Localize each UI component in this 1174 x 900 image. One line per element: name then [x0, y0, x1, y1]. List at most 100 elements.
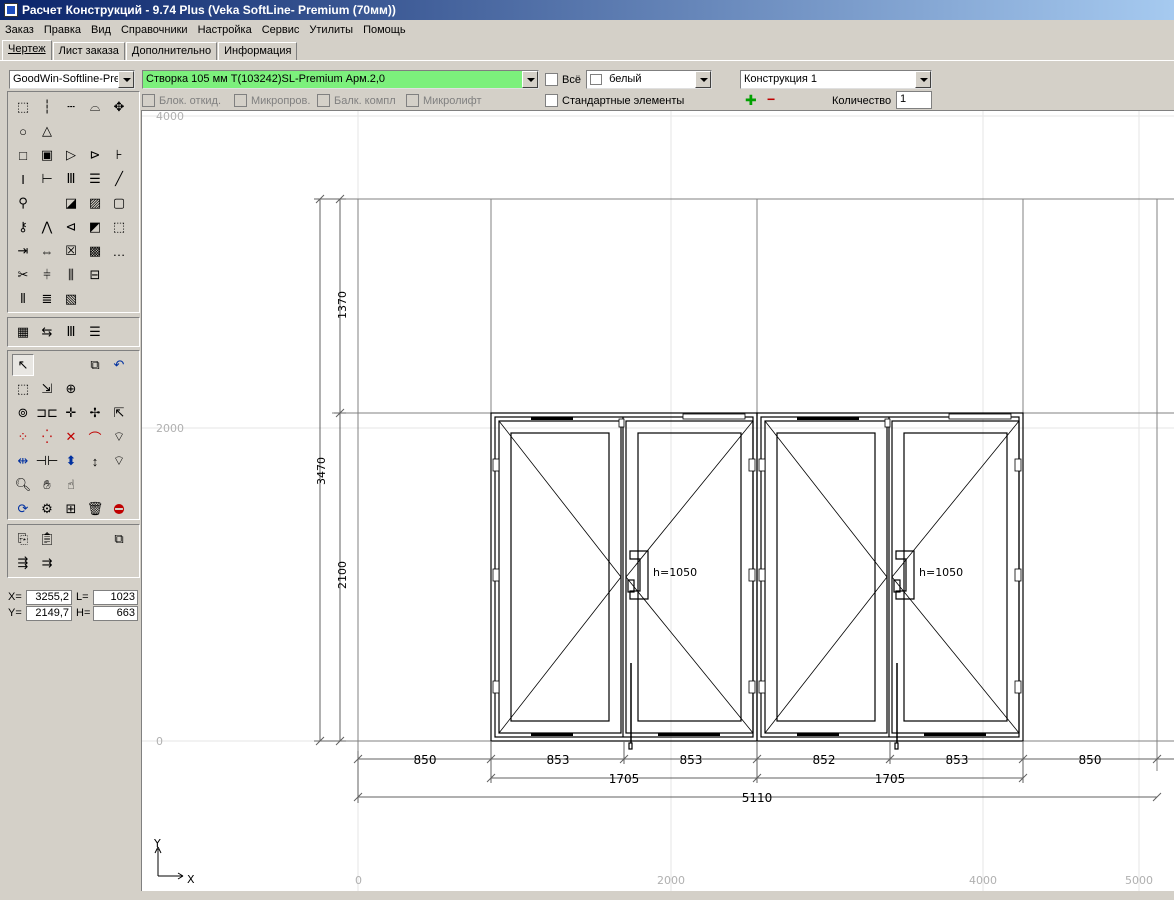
- point-delete-icon[interactable]: ✕: [60, 426, 82, 448]
- frame-icon[interactable]: ▢: [108, 192, 130, 214]
- construction-drawing[interactable]: 4000 2000 0 0 2000 4000 5000 1370 3470 2…: [142, 111, 1174, 891]
- drawing-canvas[interactable]: 4000 2000 0 0 2000 4000 5000 1370 3470 2…: [141, 110, 1174, 891]
- split-icon[interactable]: ✛: [60, 402, 82, 424]
- zoom-select-icon[interactable]: ⊕: [60, 378, 82, 400]
- layers-icon[interactable]: ⧉: [108, 528, 130, 550]
- opening-split-icon[interactable]: ◩: [84, 216, 106, 238]
- move-icon[interactable]: ✥: [108, 96, 130, 118]
- dimension-auto-icon[interactable]: ⬍: [60, 450, 82, 472]
- impost-vertical-icon[interactable]: I: [12, 168, 34, 190]
- hatch-icon[interactable]: ▩: [84, 240, 106, 262]
- fit-icon[interactable]: ⊞: [60, 498, 82, 520]
- impost-horizontal-icon[interactable]: ⊢: [36, 168, 58, 190]
- select-arrow-icon[interactable]: ⇲: [36, 378, 58, 400]
- chevron-down-icon[interactable]: [118, 71, 134, 88]
- slide-right-icon[interactable]: ⇥: [12, 240, 34, 262]
- diagonal-icon[interactable]: ╱: [108, 168, 130, 190]
- columns-icon[interactable]: Ⅲ: [60, 321, 82, 343]
- hand-point-icon[interactable]: ☝︎: [60, 474, 82, 496]
- remove-construction-button[interactable]: −: [767, 91, 775, 107]
- mullion-icon[interactable]: Ⅲ: [60, 168, 82, 190]
- cut-icon[interactable]: ✂: [12, 264, 34, 286]
- opening-right-icon[interactable]: ▷: [60, 144, 82, 166]
- dotted-frame-icon[interactable]: ⬚: [108, 216, 130, 238]
- checkbox-box[interactable]: [545, 73, 558, 86]
- point-add-icon[interactable]: ⁘: [12, 426, 34, 448]
- coordinate-icon[interactable]: ⊚: [12, 402, 34, 424]
- arc-icon[interactable]: ⌒: [84, 426, 106, 448]
- gap-icon[interactable]: ⊐⊏: [36, 402, 58, 424]
- sash-icon[interactable]: ▣: [36, 144, 58, 166]
- microlift-checkbox[interactable]: Микролифт: [406, 94, 482, 107]
- arc-h-icon[interactable]: ⌔: [108, 450, 130, 472]
- triangle-icon[interactable]: △: [36, 120, 58, 142]
- tab-information[interactable]: Информация: [218, 42, 298, 60]
- vertical-bars-icon[interactable]: ⦀: [12, 288, 34, 310]
- checkbox-box[interactable]: [234, 94, 247, 107]
- block-tilt-checkbox[interactable]: Блок. откид.: [142, 94, 221, 107]
- fixed-cross-icon[interactable]: ☒: [60, 240, 82, 262]
- gear-icon[interactable]: ⚙: [36, 498, 58, 520]
- select-window-icon[interactable]: ⧉: [84, 354, 106, 376]
- standard-elements-checkbox[interactable]: Стандартные элементы: [545, 94, 684, 107]
- glass-corner-icon[interactable]: ◪: [60, 192, 82, 214]
- chevron-down-icon[interactable]: [522, 71, 538, 88]
- tab-drawing[interactable]: Чертеж: [2, 40, 52, 60]
- element-combo[interactable]: Створка 105 мм T(103242)SL-Premium Арм.2…: [142, 70, 539, 89]
- select-region-icon[interactable]: ⬚: [12, 378, 34, 400]
- key-icon[interactable]: ⚷: [12, 216, 34, 238]
- opening-down-icon[interactable]: ⋀: [36, 216, 58, 238]
- align-icon[interactable]: ⇆: [36, 321, 58, 343]
- construction-combo[interactable]: Конструкция 1: [740, 70, 932, 89]
- tab-order-sheet[interactable]: Лист заказа: [52, 42, 125, 60]
- arc-r-icon[interactable]: ⌔: [108, 426, 130, 448]
- rows-icon[interactable]: ☰: [84, 321, 106, 343]
- square-icon[interactable]: □: [12, 144, 34, 166]
- diagonal-bars-icon[interactable]: ▧: [60, 288, 82, 310]
- menu-view[interactable]: Вид: [86, 24, 116, 36]
- split-horizontal-icon[interactable]: ⊟: [84, 264, 106, 286]
- micro-vent-checkbox[interactable]: Микропров.: [234, 94, 310, 107]
- connector-icon[interactable]: ⫩: [36, 264, 58, 286]
- rect-select-icon[interactable]: ⬚: [12, 96, 34, 118]
- menu-utilities[interactable]: Утилиты: [304, 24, 358, 36]
- vertical-line-icon[interactable]: ┆: [36, 96, 58, 118]
- tab-additional[interactable]: Дополнительно: [125, 42, 218, 60]
- opening-left-icon[interactable]: ⊲: [60, 216, 82, 238]
- lock-icon[interactable]: ⚲: [12, 192, 34, 214]
- chevron-down-icon[interactable]: [915, 71, 931, 88]
- balcony-set-checkbox[interactable]: Балк. компл: [317, 94, 396, 107]
- more-icon[interactable]: …: [108, 240, 130, 262]
- export-icon[interactable]: ⇶: [12, 552, 34, 574]
- menu-service[interactable]: Сервис: [257, 24, 305, 36]
- opening-tilt-icon[interactable]: ⊳: [84, 144, 106, 166]
- transom-icon[interactable]: ☰: [84, 168, 106, 190]
- fill-icon[interactable]: ▦: [12, 321, 34, 343]
- all-checkbox[interactable]: Всё: [545, 73, 581, 86]
- zoom-icon[interactable]: 🔍︎: [12, 474, 34, 496]
- color-combo[interactable]: белый: [586, 70, 712, 89]
- point-radius-icon[interactable]: ⁛: [36, 426, 58, 448]
- menu-references[interactable]: Справочники: [116, 24, 193, 36]
- menu-settings[interactable]: Настройка: [193, 24, 257, 36]
- menu-edit[interactable]: Правка: [39, 24, 86, 36]
- horizontal-bars-icon[interactable]: ≣: [36, 288, 58, 310]
- add-construction-button[interactable]: ✚: [745, 92, 757, 109]
- paste-icon[interactable]: 📋︎: [36, 528, 58, 550]
- checkbox-box[interactable]: [317, 94, 330, 107]
- menu-order[interactable]: Заказ: [0, 24, 39, 36]
- split-vertical-icon[interactable]: ⫼: [60, 264, 82, 286]
- quantity-input[interactable]: 1: [896, 91, 932, 109]
- dimension-chain-icon[interactable]: ⊣⊢: [36, 450, 59, 472]
- checkbox-box[interactable]: [545, 94, 558, 107]
- chevron-down-icon[interactable]: [695, 71, 711, 88]
- circle-icon[interactable]: ○: [12, 120, 34, 142]
- pointer-icon[interactable]: ↖: [12, 354, 34, 376]
- pan-icon[interactable]: ✋︎: [36, 474, 58, 496]
- dimension-vertical-icon[interactable]: ↕: [84, 450, 106, 472]
- profile-combo[interactable]: GoodWin-Softline-Prem: [9, 70, 135, 89]
- checkbox-box[interactable]: [406, 94, 419, 107]
- resize-icon[interactable]: ⇱: [108, 402, 130, 424]
- handle-icon[interactable]: ⊦: [108, 144, 130, 166]
- stretch-icon[interactable]: ✢: [84, 402, 106, 424]
